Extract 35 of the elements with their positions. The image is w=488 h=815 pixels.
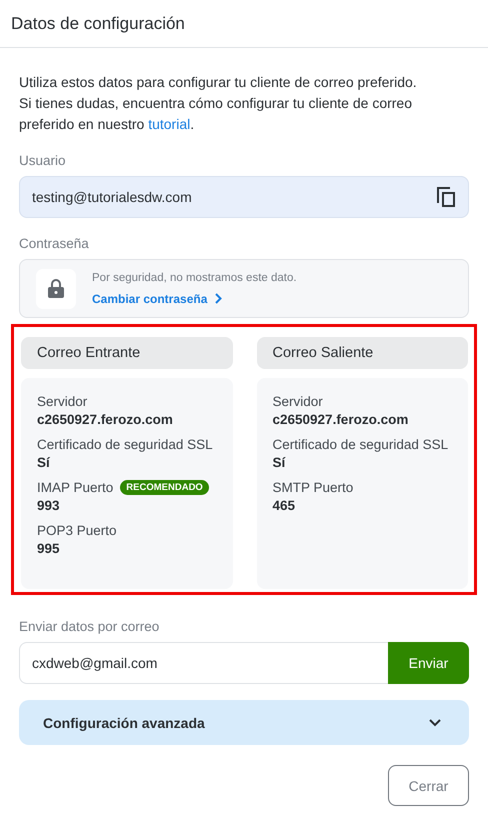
setting-value: c2650927.ferozo.com [272,412,410,427]
chevron-icon [215,293,222,304]
setting-value: 995 [37,541,61,556]
setting-value: 465 [272,498,296,513]
security-note: Por seguridad, no mostramos este dato. [92,272,297,284]
copy-icon[interactable] [436,186,456,208]
setting-label: Certificado de seguridad SSL [37,437,213,452]
dialog-title: Datos de configuración [11,14,185,34]
chevron-icon [429,718,441,726]
recommended-badge: RECOMENDADO [120,480,209,495]
user-field[interactable]: testing@tutorialesdw.com [19,176,469,218]
tutorial-link[interactable]: tutorial [148,116,190,132]
setting-value: c2650927.ferozo.com [37,412,174,427]
column-header: Correo Entrante [21,337,232,369]
setting-label: SMTP Puerto [272,480,354,495]
close-button[interactable]: Cerrar [388,765,469,806]
field-label: Contraseña [19,236,90,251]
setting-label: IMAP Puerto [37,480,114,495]
send-button[interactable]: Enviar [388,642,469,684]
help-text: Si tienes dudas, encuentra cómo configurar tu cliente de correo preferido en nuestro tutorial. [19,94,414,134]
setting-label: Servidor [272,394,323,409]
setting-label: POP3 Puerto [37,523,117,538]
advanced-settings-toggle[interactable]: Configuración avanzada [19,700,469,745]
change-password-link[interactable]: Cambiar contraseña [92,292,297,306]
field-label: Enviar datos por correo [19,619,160,634]
setting-label: Servidor [37,394,88,409]
email-field[interactable]: cxdweb@gmail.com [19,642,388,684]
column-header: Correo Saliente [256,337,468,369]
setting-value: Sí [272,455,286,470]
field-label: Usuario [19,153,67,168]
setting-value: Sí [37,455,51,470]
lock-icon [48,279,64,298]
setting-label: Certificado de seguridad SSL [272,437,448,452]
intro-text: Utiliza estos datos para configurar tu cliente de correo preferido. [19,73,418,92]
setting-value: 993 [37,498,61,513]
